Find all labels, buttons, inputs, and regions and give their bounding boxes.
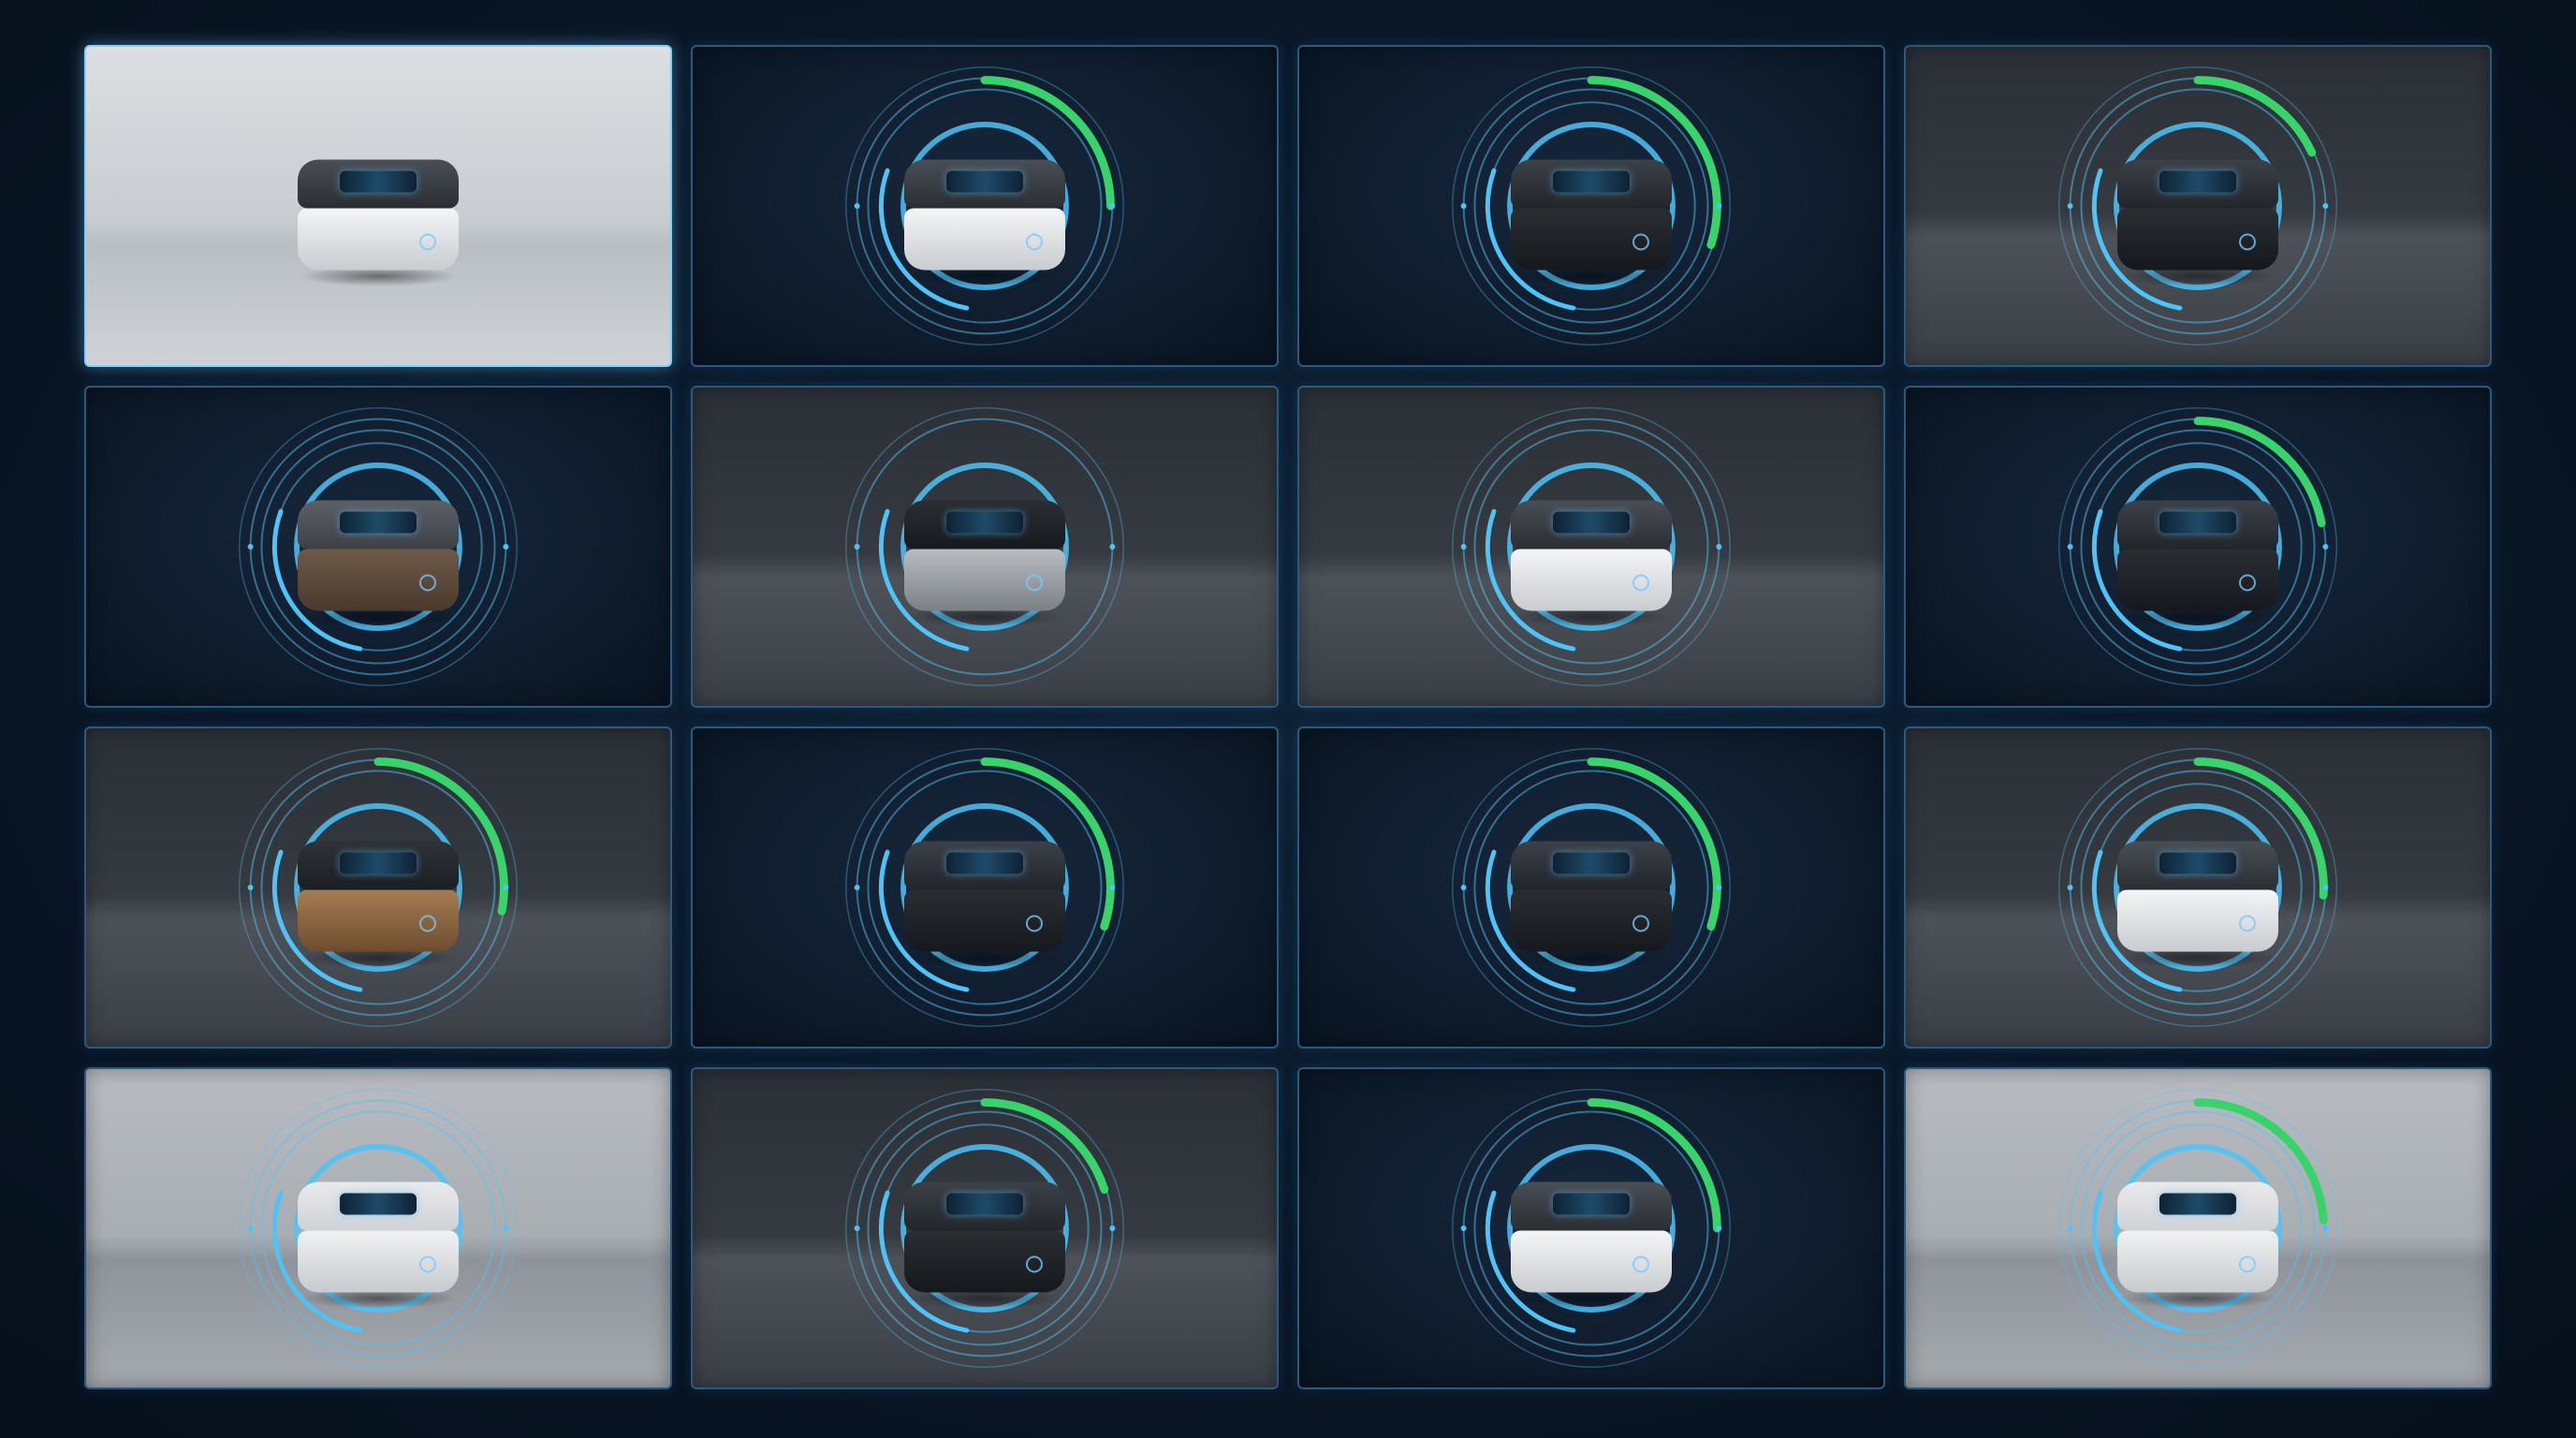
device-port-icon xyxy=(1025,1255,1043,1273)
hud-node xyxy=(1716,1225,1722,1231)
device-display xyxy=(339,1193,417,1215)
device-display xyxy=(2159,170,2237,193)
gallery-tile-12[interactable] xyxy=(1904,726,2492,1049)
device-port-icon xyxy=(2238,233,2256,251)
smart-device-render xyxy=(298,1181,459,1293)
gallery-tile-16[interactable] xyxy=(1904,1067,2492,1389)
gallery-tile-1[interactable] xyxy=(84,45,672,367)
device-display xyxy=(945,511,1024,534)
gallery-tile-4[interactable] xyxy=(1904,45,2492,367)
gallery-tile-10[interactable] xyxy=(691,726,1279,1049)
hud-node xyxy=(503,885,509,890)
device-port-icon xyxy=(418,233,436,251)
device-port-icon xyxy=(2238,1255,2256,1273)
device-display xyxy=(945,170,1024,193)
hud-node xyxy=(2322,203,2329,209)
hud-node xyxy=(854,544,860,550)
device-port-icon xyxy=(1632,1255,1649,1273)
hud-node xyxy=(1716,203,1722,209)
hud-node xyxy=(1109,544,1116,550)
gallery-tile-5[interactable] xyxy=(84,386,672,708)
product-render-gallery xyxy=(84,45,2492,1389)
smart-device-render xyxy=(904,841,1065,952)
smart-device-render xyxy=(2117,1181,2278,1293)
hud-node xyxy=(1460,1225,1467,1231)
hud-node xyxy=(247,1225,254,1231)
hud-node xyxy=(1109,203,1116,209)
hud-node xyxy=(1460,203,1467,209)
device-display xyxy=(2159,852,2237,874)
device-display xyxy=(2159,1193,2237,1215)
hud-node xyxy=(2067,544,2073,550)
device-display xyxy=(1552,170,1631,193)
hud-node xyxy=(2322,1225,2329,1231)
smart-device-render xyxy=(298,159,459,271)
device-display xyxy=(339,852,417,874)
device-port-icon xyxy=(1025,915,1043,932)
smart-device-render xyxy=(904,159,1065,271)
device-display xyxy=(945,1193,1024,1215)
device-display xyxy=(2159,511,2237,534)
hud-node xyxy=(2322,885,2329,890)
device-port-icon xyxy=(1025,233,1043,251)
hud-node xyxy=(2067,885,2073,890)
hud-node xyxy=(1460,885,1467,890)
device-port-icon xyxy=(418,1255,436,1273)
smart-device-render xyxy=(298,500,459,611)
hud-node xyxy=(2322,544,2329,550)
device-port-icon xyxy=(2238,915,2256,932)
device-display xyxy=(945,852,1024,874)
smart-device-render xyxy=(904,500,1065,611)
hud-node xyxy=(503,544,509,550)
hud-node xyxy=(854,203,860,209)
gallery-tile-9[interactable] xyxy=(84,726,672,1049)
smart-device-render xyxy=(2117,841,2278,952)
hud-node xyxy=(854,1225,860,1231)
device-display xyxy=(339,511,417,534)
smart-device-render xyxy=(904,1181,1065,1293)
gallery-tile-2[interactable] xyxy=(691,45,1279,367)
smart-device-render xyxy=(1511,159,1672,271)
smart-device-render xyxy=(1511,500,1672,611)
hud-node xyxy=(247,885,254,890)
hud-node xyxy=(2067,203,2073,209)
device-port-icon xyxy=(418,574,436,592)
device-port-icon xyxy=(2238,574,2256,592)
gallery-tile-15[interactable] xyxy=(1297,1067,1885,1389)
hud-node xyxy=(1716,544,1722,550)
device-port-icon xyxy=(1025,574,1043,592)
device-port-icon xyxy=(1632,915,1649,932)
gallery-tile-14[interactable] xyxy=(691,1067,1279,1389)
device-display xyxy=(1552,1193,1631,1215)
device-port-icon xyxy=(1632,233,1649,251)
hud-node xyxy=(1109,1225,1116,1231)
gallery-tile-13[interactable] xyxy=(84,1067,672,1389)
hud-node xyxy=(1109,885,1116,890)
device-display xyxy=(1552,511,1631,534)
smart-device-render xyxy=(2117,159,2278,271)
device-display xyxy=(1552,852,1631,874)
smart-device-render xyxy=(1511,1181,1672,1293)
device-port-icon xyxy=(418,915,436,932)
smart-device-render xyxy=(2117,500,2278,611)
gallery-tile-11[interactable] xyxy=(1297,726,1885,1049)
device-port-icon xyxy=(1632,574,1649,592)
smart-device-render xyxy=(1511,841,1672,952)
gallery-tile-7[interactable] xyxy=(1297,386,1885,708)
gallery-tile-6[interactable] xyxy=(691,386,1279,708)
hud-node xyxy=(247,544,254,550)
device-display xyxy=(339,170,417,193)
hud-node xyxy=(2067,1225,2073,1231)
smart-device-render xyxy=(298,841,459,952)
gallery-tile-3[interactable] xyxy=(1297,45,1885,367)
gallery-tile-8[interactable] xyxy=(1904,386,2492,708)
hud-node xyxy=(1716,885,1722,890)
hud-node xyxy=(854,885,860,890)
hud-node xyxy=(1460,544,1467,550)
hud-node xyxy=(503,1225,509,1231)
